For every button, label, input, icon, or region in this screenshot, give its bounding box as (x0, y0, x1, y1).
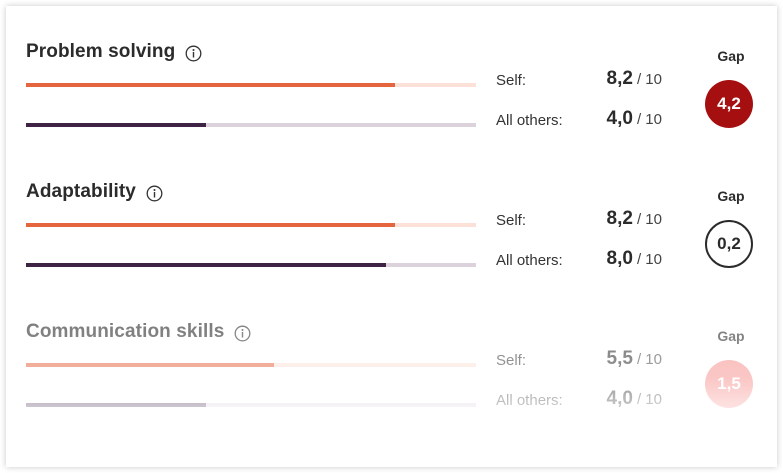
skill-title: Problem solving (26, 41, 176, 62)
others-bar-fill (26, 123, 206, 127)
score-max: / 10 (636, 211, 662, 228)
skill-title: Adaptability (26, 181, 136, 202)
skill-title-row: Adaptability (26, 178, 163, 206)
score-max: / 10 (636, 391, 662, 408)
skill-section-problem-solving: Problem solving Self: All others: 8,2/ 1… (6, 30, 777, 170)
self-label: Self: (496, 72, 527, 89)
self-score-value: 8,2 (606, 208, 633, 229)
self-bar-fill (26, 83, 395, 87)
skill-section-communication-skills: Communication skills Self: All others: 5… (6, 310, 777, 450)
self-label: Self: (496, 212, 527, 229)
score-max: / 10 (636, 71, 662, 88)
info-icon[interactable] (234, 325, 251, 342)
self-bar-fill (26, 223, 395, 227)
gap-label: Gap (717, 328, 745, 344)
gap-label: Gap (717, 188, 745, 204)
self-label: Self: (496, 352, 527, 369)
others-bar-fill (26, 263, 386, 267)
others-score: 4,0/ 10 (546, 108, 662, 130)
score-max: / 10 (636, 251, 662, 268)
others-score-value: 4,0 (606, 108, 633, 129)
self-score-bar (26, 363, 476, 367)
others-score: 8,0/ 10 (546, 248, 662, 270)
score-max: / 10 (636, 111, 662, 128)
others-score-value: 8,0 (606, 248, 633, 269)
others-score-bar (26, 403, 476, 407)
self-score-bar (26, 83, 476, 87)
self-score-value: 5,5 (606, 348, 633, 369)
others-score-bar (26, 263, 476, 267)
score-max: / 10 (636, 351, 662, 368)
gap-badge: 4,2 (705, 80, 753, 128)
self-score-value: 8,2 (606, 68, 633, 89)
skill-title: Communication skills (26, 321, 225, 342)
gap-label: Gap (717, 48, 745, 64)
self-score-bar (26, 223, 476, 227)
skill-section-adaptability: Adaptability Self: All others: 8,2/ 10 8… (6, 170, 777, 310)
others-score: 4,0/ 10 (546, 388, 662, 410)
others-score-bar (26, 123, 476, 127)
gap-badge: 0,2 (705, 220, 753, 268)
skill-title-row: Problem solving (26, 38, 202, 66)
others-bar-fill (26, 403, 206, 407)
skills-gap-card: Problem solving Self: All others: 8,2/ 1… (6, 6, 777, 467)
info-icon[interactable] (146, 185, 163, 202)
others-score-value: 4,0 (606, 388, 633, 409)
self-score: 8,2/ 10 (546, 208, 662, 230)
gap-badge: 1,5 (705, 360, 753, 408)
self-bar-fill (26, 363, 274, 367)
skill-title-row: Communication skills (26, 318, 251, 346)
self-score: 5,5/ 10 (546, 348, 662, 370)
info-icon[interactable] (185, 45, 202, 62)
self-score: 8,2/ 10 (546, 68, 662, 90)
